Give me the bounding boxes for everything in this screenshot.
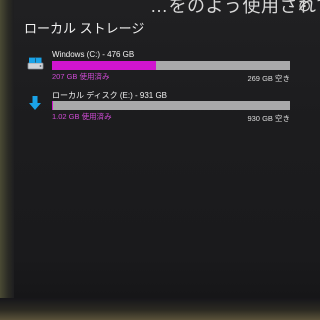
drive-c-used-label: 207 GB 使用済み	[52, 72, 110, 81]
drive-e-usage-fill	[52, 101, 54, 110]
drive-c-name: Windows (C:) - 476 GB	[52, 50, 135, 59]
drive-c-usage-bar	[52, 61, 290, 70]
settings-storage-screen: …をのよう使用されているかを表示する ⊙ ローカル ストレージ Windows …	[0, 0, 320, 320]
drive-c-free-label: 269 GB 空き	[247, 74, 290, 83]
drive-e-used-label: 1.02 GB 使用済み	[52, 112, 112, 121]
drive-e-item[interactable]: ローカル ディスク (E:) - 931 GB 1.02 GB 使用済み 930…	[26, 90, 290, 150]
drive-e-usage-bar	[52, 101, 290, 110]
drive-c-usage-fill	[52, 61, 156, 70]
drive-e-free-label: 930 GB 空き	[247, 114, 290, 123]
monitor-bezel-left	[0, 0, 14, 320]
monitor-bezel-bottom	[0, 298, 320, 320]
cutoff-glyph-icon: ⊙	[298, 0, 312, 15]
download-arrow-icon	[26, 94, 46, 114]
page-title-cutoff: …をのよう使用されているかを表示する	[150, 0, 320, 16]
local-storage-heading: ローカル ストレージ	[24, 21, 145, 36]
drive-e-name: ローカル ディスク (E:) - 931 GB	[52, 91, 168, 100]
windows-drive-icon	[26, 54, 46, 74]
